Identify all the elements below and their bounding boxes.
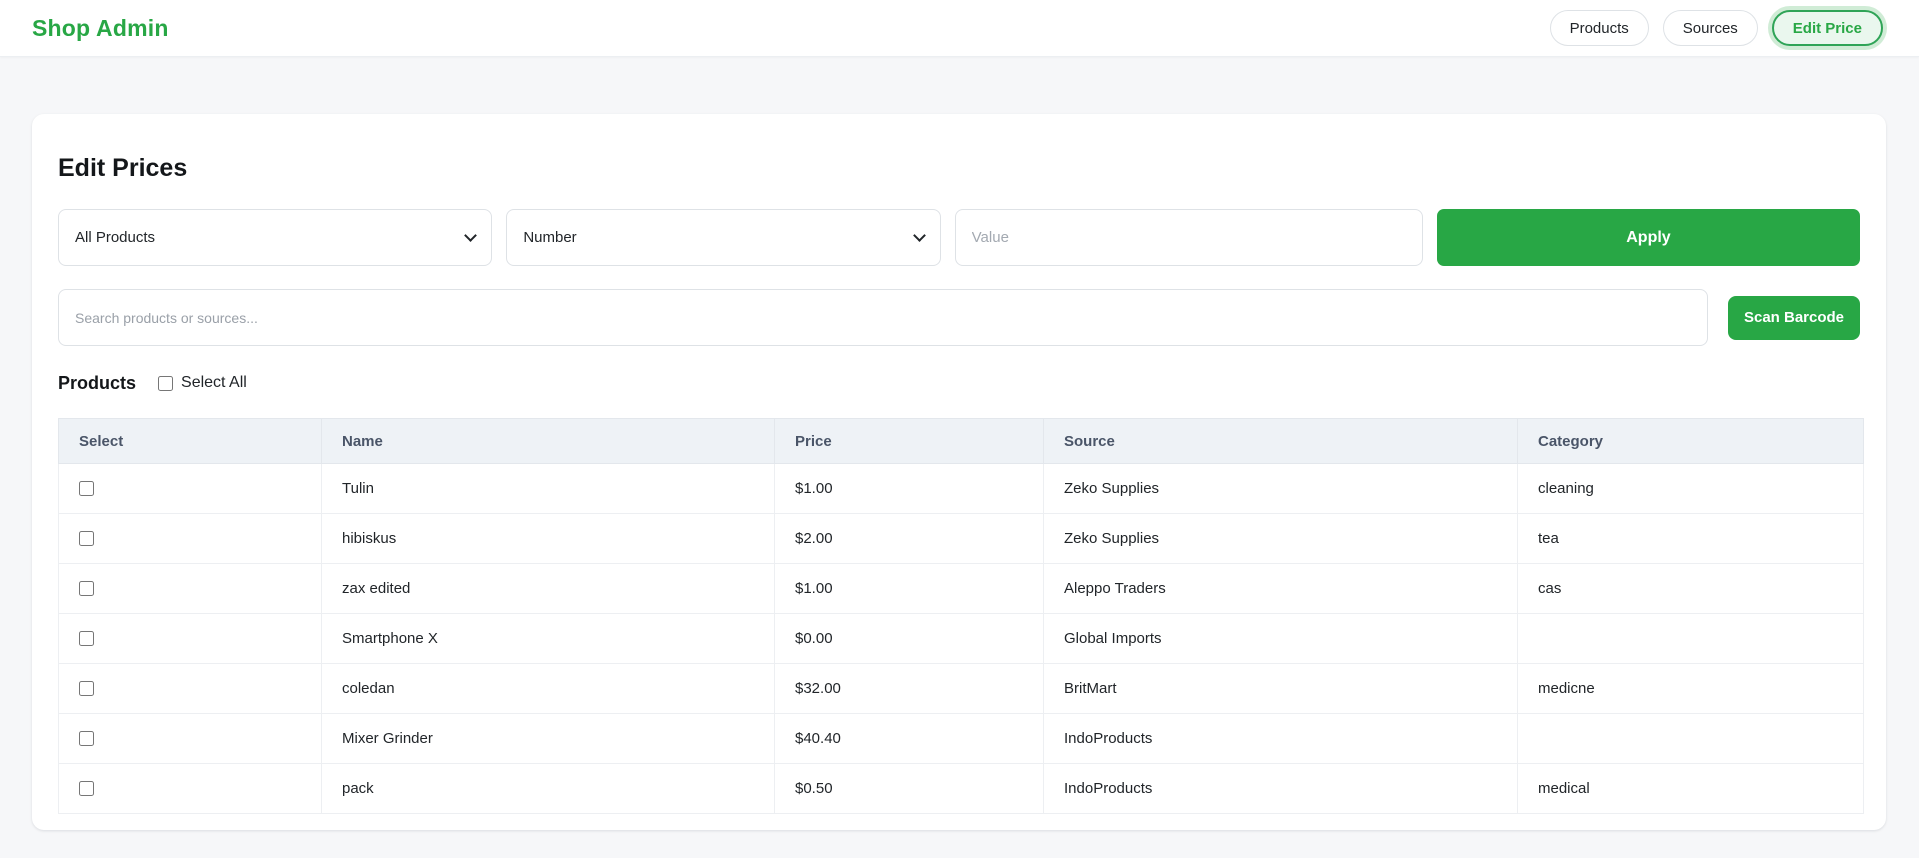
search-row: Scan Barcode xyxy=(58,289,1860,346)
products-table-body: Tulin $1.00 Zeko Supplies cleaning hibiskus $… xyxy=(58,463,1864,814)
nav-products[interactable]: Products xyxy=(1549,10,1649,46)
apply-button[interactable]: Apply xyxy=(1436,209,1860,266)
row-source-cell: BritMart xyxy=(1043,663,1518,714)
main-nav: Products Sources Edit Price xyxy=(1549,10,1883,46)
row-name-cell: pack xyxy=(321,763,775,814)
row-select-cell xyxy=(58,463,322,514)
row-source-cell: Aleppo Traders xyxy=(1043,563,1518,614)
table-row: hibiskus $2.00 Zeko Supplies tea xyxy=(58,513,1864,564)
nav-sources[interactable]: Sources xyxy=(1662,10,1758,46)
row-price-cell: $0.00 xyxy=(774,613,1044,664)
row-category-cell: tea xyxy=(1517,513,1864,564)
row-source-cell: Global Imports xyxy=(1043,613,1518,664)
table-row: Tulin $1.00 Zeko Supplies cleaning xyxy=(58,463,1864,514)
row-category-cell xyxy=(1517,613,1864,664)
row-price-cell: $1.00 xyxy=(774,463,1044,514)
row-source-cell: Zeko Supplies xyxy=(1043,513,1518,564)
mode-select[interactable]: Number xyxy=(506,209,941,266)
row-select-cell xyxy=(58,763,322,814)
row-category-cell: cas xyxy=(1517,563,1864,614)
row-checkbox[interactable] xyxy=(79,481,94,496)
row-name-cell: coledan xyxy=(321,663,775,714)
row-checkbox[interactable] xyxy=(79,581,94,596)
select-all-checkbox[interactable] xyxy=(158,375,174,391)
select-all-control: Select All xyxy=(158,374,247,392)
row-name-cell: hibiskus xyxy=(321,513,775,564)
row-price-cell: $32.00 xyxy=(774,663,1044,714)
search-input[interactable] xyxy=(58,289,1708,346)
row-select-cell xyxy=(58,513,322,564)
table-row: Smartphone X $0.00 Global Imports xyxy=(58,613,1864,664)
row-select-cell xyxy=(58,613,322,664)
col-header-name: Name xyxy=(321,418,775,464)
row-source-cell: IndoProducts xyxy=(1043,713,1518,764)
row-category-cell: cleaning xyxy=(1517,463,1864,514)
row-checkbox[interactable] xyxy=(79,681,94,696)
panel-title: Edit Prices xyxy=(58,154,188,182)
col-header-price: Price xyxy=(774,418,1044,464)
row-category-cell xyxy=(1517,713,1864,764)
row-source-cell: IndoProducts xyxy=(1043,763,1518,814)
row-checkbox[interactable] xyxy=(79,781,94,796)
row-category-cell: medical xyxy=(1517,763,1864,814)
value-input[interactable] xyxy=(954,209,1423,266)
scan-barcode-button[interactable]: Scan Barcode xyxy=(1728,295,1860,340)
products-heading: Products xyxy=(58,372,137,393)
row-price-cell: $2.00 xyxy=(774,513,1044,564)
top-navbar: Shop Admin Products Sources Edit Price xyxy=(0,0,1919,57)
col-header-category: Category xyxy=(1517,418,1864,464)
bulk-edit-form: All Products Number Apply xyxy=(58,209,1860,266)
row-name-cell: Mixer Grinder xyxy=(321,713,775,764)
row-select-cell xyxy=(58,713,322,764)
row-checkbox[interactable] xyxy=(79,731,94,746)
row-checkbox[interactable] xyxy=(79,631,94,646)
table-row: zax edited $1.00 Aleppo Traders cas xyxy=(58,563,1864,614)
edit-prices-panel: Edit Prices All Products Number Apply Sc… xyxy=(32,114,1886,830)
row-select-cell xyxy=(58,663,322,714)
products-table: Select Name Price Source Category Tulin $… xyxy=(58,418,1864,814)
row-checkbox[interactable] xyxy=(79,531,94,546)
row-category-cell: medicne xyxy=(1517,663,1864,714)
row-source-cell: Zeko Supplies xyxy=(1043,463,1518,514)
target-select-wrap: All Products xyxy=(58,209,493,266)
col-header-source: Source xyxy=(1043,418,1518,464)
table-row: coledan $32.00 BritMart medicne xyxy=(58,663,1864,714)
row-price-cell: $0.50 xyxy=(774,763,1044,814)
app-title: Shop Admin xyxy=(32,14,169,41)
table-row: Mixer Grinder $40.40 IndoProducts xyxy=(58,713,1864,764)
target-select[interactable]: All Products xyxy=(58,209,493,266)
row-price-cell: $40.40 xyxy=(774,713,1044,764)
row-price-cell: $1.00 xyxy=(774,563,1044,614)
header-row: Select Name Price Source Category xyxy=(58,418,1864,464)
col-header-select: Select xyxy=(58,418,322,464)
mode-select-wrap: Number xyxy=(506,209,941,266)
row-name-cell: zax edited xyxy=(321,563,775,614)
select-all-label: Select All xyxy=(181,374,247,391)
row-name-cell: Tulin xyxy=(321,463,775,514)
row-name-cell: Smartphone X xyxy=(321,613,775,664)
row-select-cell xyxy=(58,563,322,614)
products-section-header: Products Select All xyxy=(58,372,1860,394)
table-row: pack $0.50 IndoProducts medical xyxy=(58,763,1864,814)
products-table-head: Select Name Price Source Category xyxy=(58,418,1864,464)
nav-edit-price[interactable]: Edit Price xyxy=(1771,10,1883,46)
